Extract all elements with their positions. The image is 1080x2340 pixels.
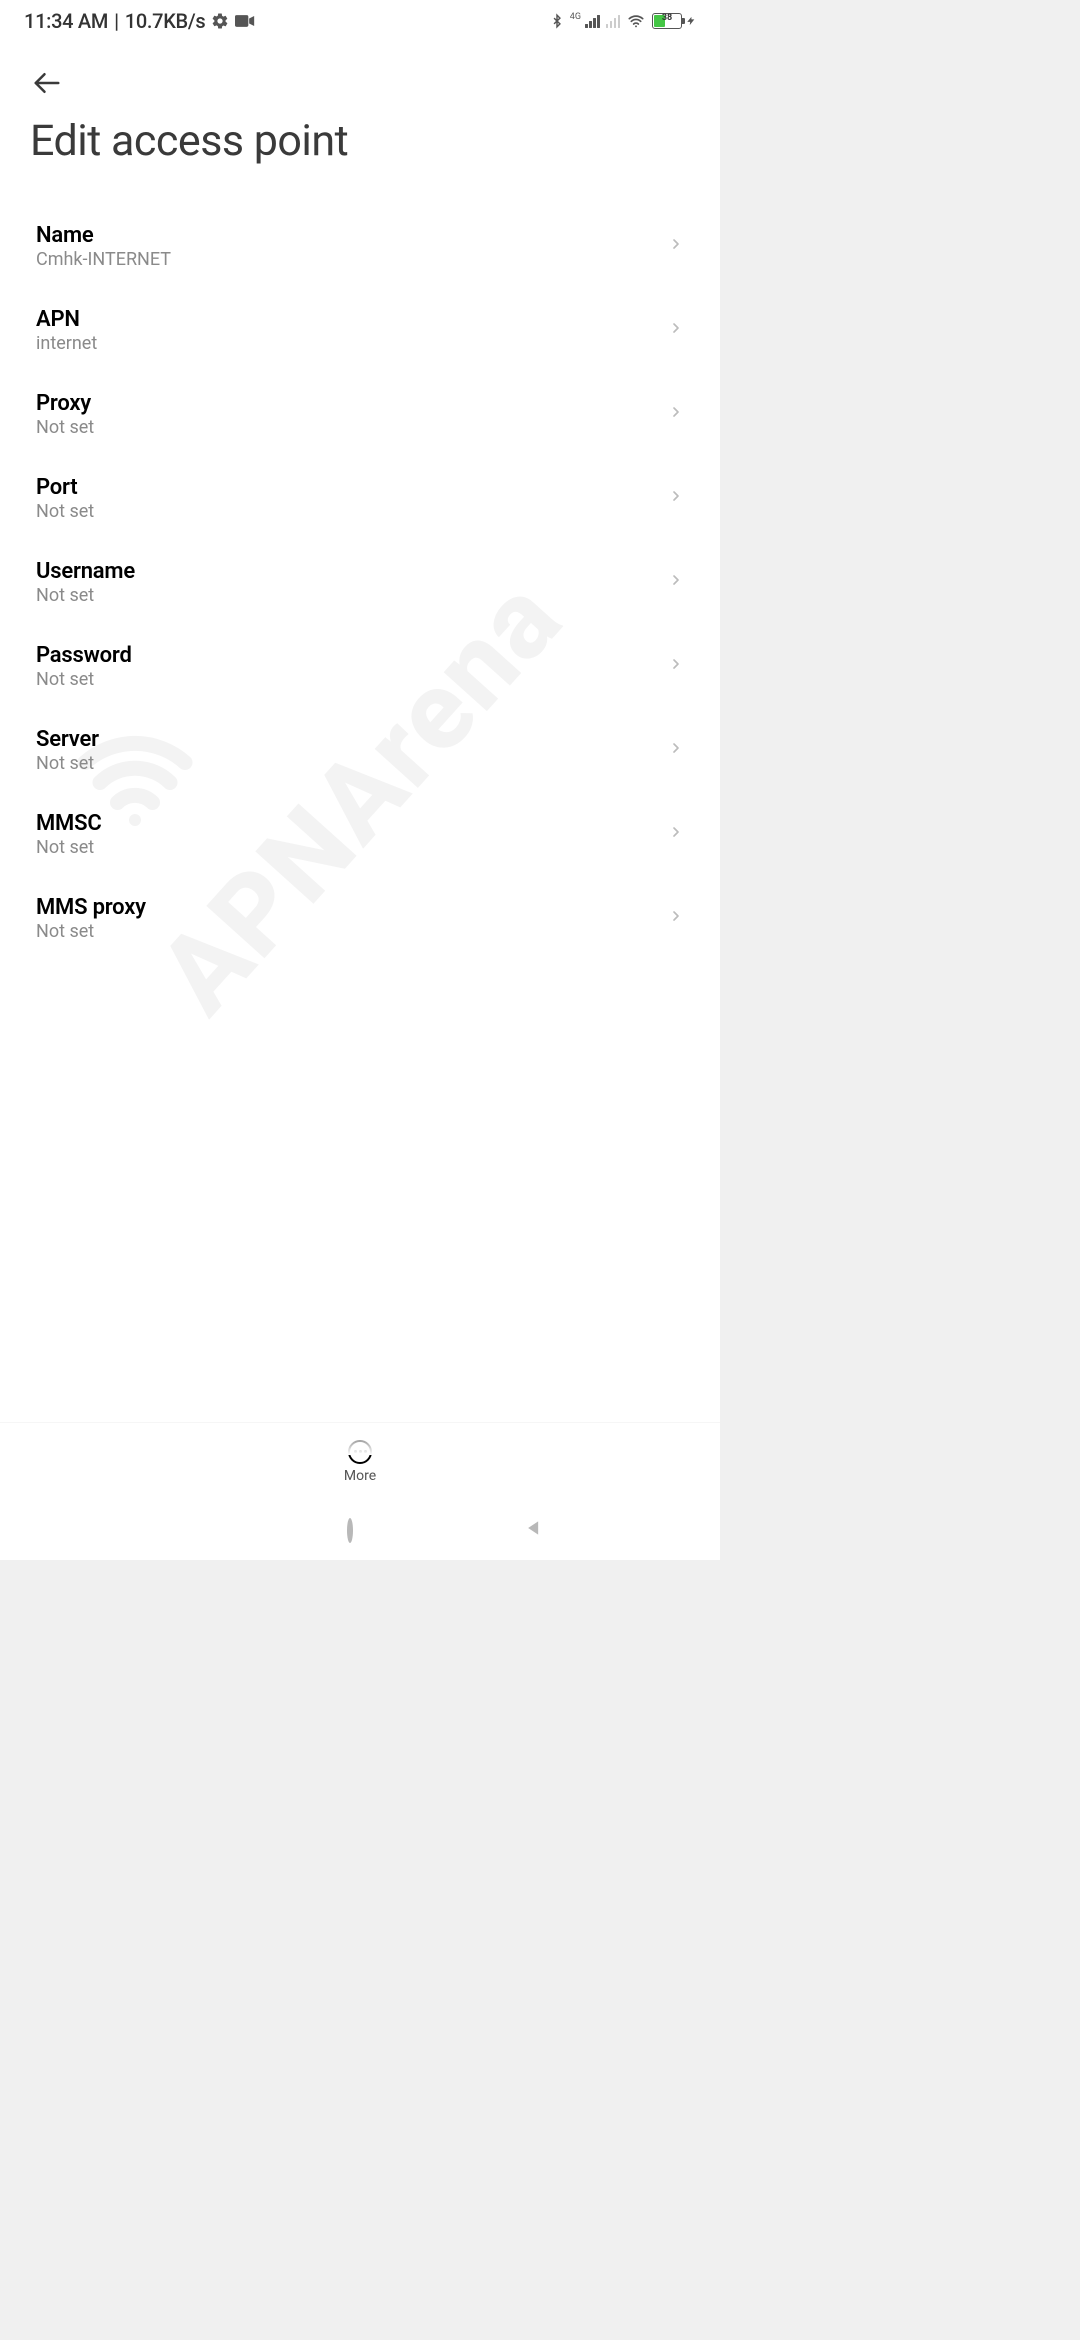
arrow-left-icon [32,68,62,102]
chevron-right-icon [668,824,684,844]
item-username[interactable]: Username Not set [0,540,720,624]
item-mmsc[interactable]: MMSC Not set [0,792,720,876]
item-label: Proxy [36,391,94,416]
item-value: Not set [36,417,94,438]
item-value: Cmhk-INTERNET [36,249,171,270]
item-value: Not set [36,501,94,522]
chevron-right-icon [668,488,684,508]
item-server[interactable]: Server Not set [0,708,720,792]
item-label: MMS proxy [36,895,146,920]
signal-label-4g: 4G [570,12,581,22]
chevron-right-icon [668,908,684,928]
page-header: Edit access point [0,42,720,166]
bluetooth-icon [550,11,564,31]
item-value: Not set [36,669,132,690]
item-apn[interactable]: APN internet [0,288,720,372]
item-mms-proxy[interactable]: MMS proxy Not set [0,876,720,960]
chevron-right-icon [668,320,684,340]
status-separator: | [114,9,119,33]
settings-list: Name Cmhk-INTERNET APN internet Proxy No… [0,204,720,960]
nav-home-button[interactable] [347,1521,353,1540]
chevron-right-icon [668,656,684,676]
status-time: 11:34 AM [24,9,108,33]
signal-sim1-icon [585,14,600,28]
item-port[interactable]: Port Not set [0,456,720,540]
chevron-right-icon [668,404,684,424]
chevron-right-icon [668,572,684,592]
item-password[interactable]: Password Not set [0,624,720,708]
circle-icon [347,1521,353,1540]
status-net-speed: 10.7KB/s [125,9,206,33]
navigation-bar [0,1500,720,1560]
chevron-right-icon [668,236,684,256]
item-value: Not set [36,585,135,606]
item-label: Name [36,223,171,248]
signal-sim2-icon [606,14,621,28]
item-label: Server [36,727,99,752]
item-value: Not set [36,837,102,858]
page-title: Edit access point [30,116,690,166]
back-button[interactable] [26,62,68,108]
more-label: More [344,1468,376,1484]
wifi-icon [626,13,646,29]
item-label: MMSC [36,811,102,836]
charging-icon [686,13,696,29]
item-label: Password [36,643,132,668]
item-value: internet [36,333,97,354]
status-bar: 11:34 AM | 10.7KB/s 4G 38 [0,0,720,42]
list-fade-overlay [0,1415,720,1455]
item-label: Port [36,475,94,500]
item-value: Not set [36,753,99,774]
item-label: Username [36,559,135,584]
battery-icon: 38 [652,13,682,29]
chevron-right-icon [668,740,684,760]
item-proxy[interactable]: Proxy Not set [0,372,720,456]
nav-back-button[interactable] [524,1518,544,1542]
gear-icon [211,12,229,30]
triangle-left-icon [524,1518,544,1542]
item-value: Not set [36,921,146,942]
camera-icon [235,14,255,28]
item-name[interactable]: Name Cmhk-INTERNET [0,204,720,288]
item-label: APN [36,307,97,332]
